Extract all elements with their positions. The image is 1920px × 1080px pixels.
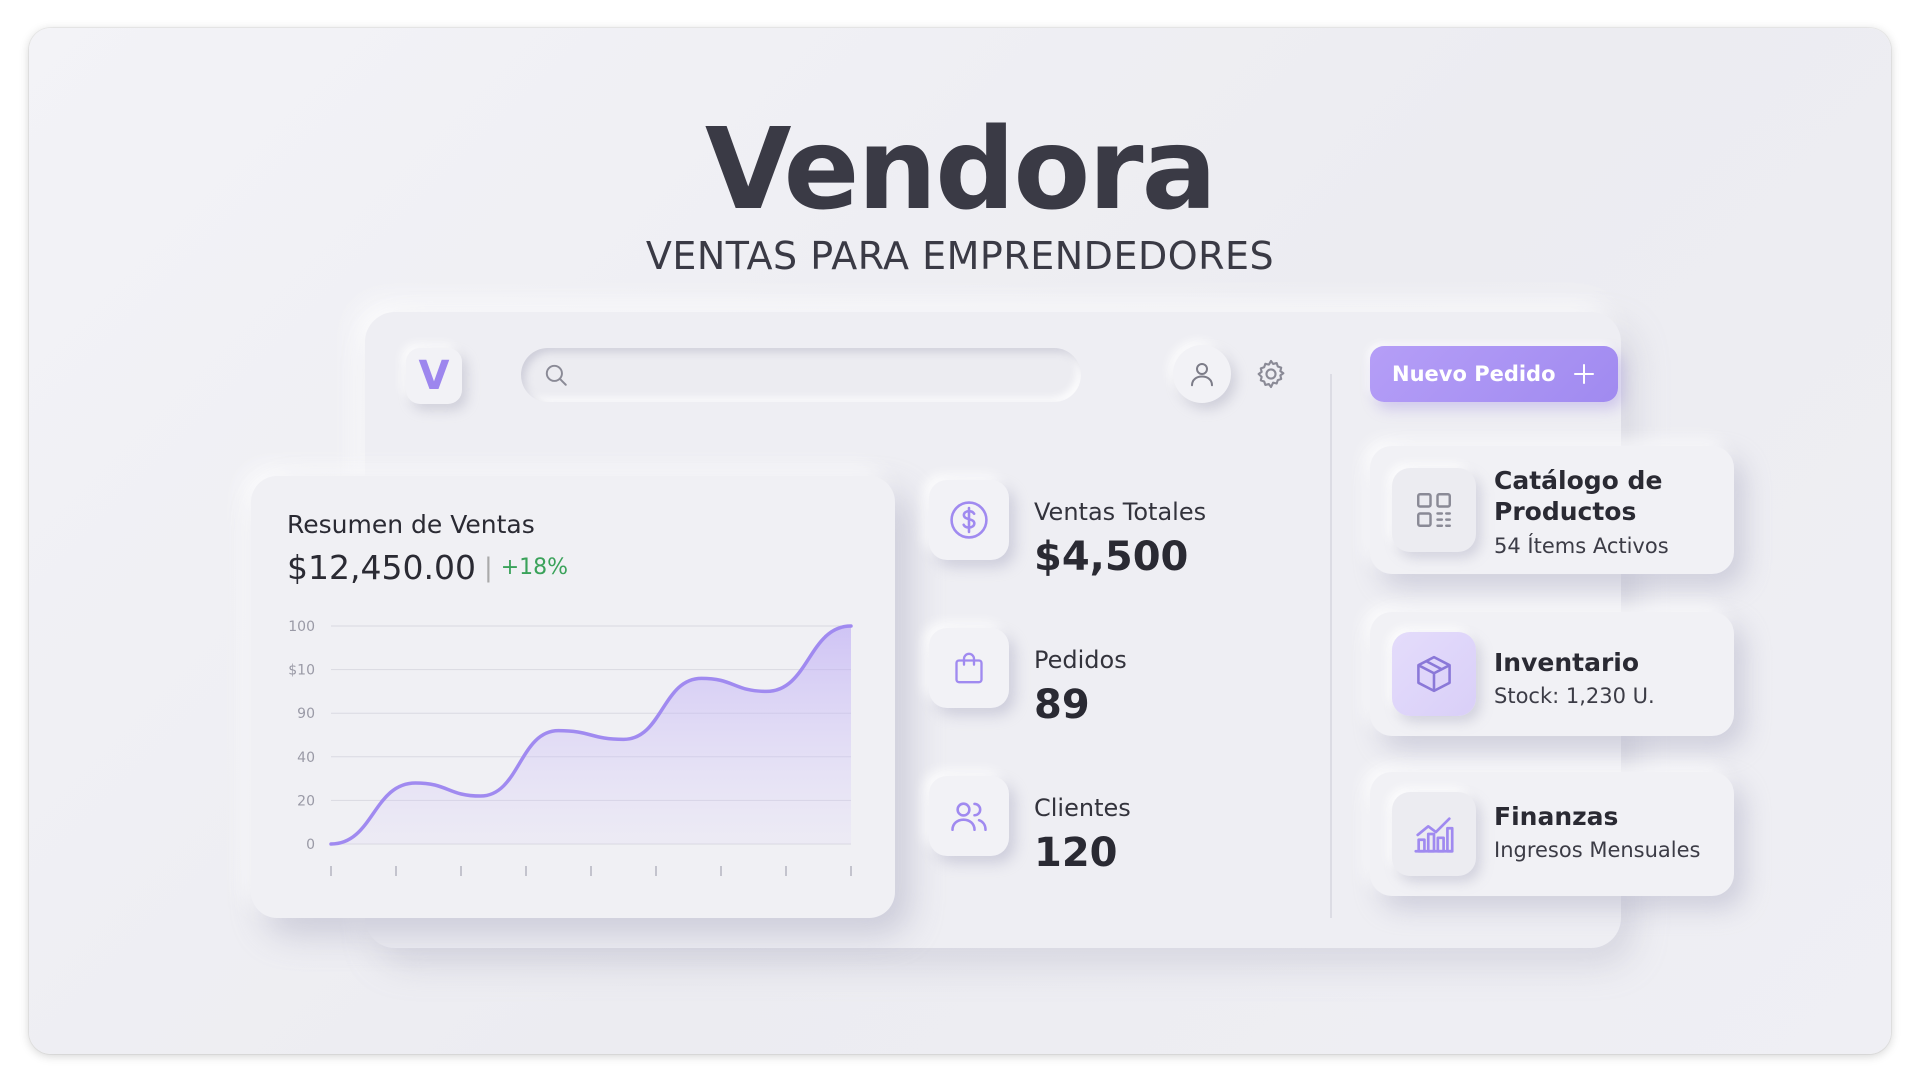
settings-button[interactable]: [1251, 354, 1291, 394]
column-divider: [1330, 374, 1332, 918]
dollar-coin-icon: [950, 501, 988, 539]
grid-icon: [1417, 493, 1451, 527]
sales-summary-card[interactable]: Resumen de Ventas $12,450.00 | +18% 0 20 4…: [251, 476, 895, 918]
inventory-tile: [1392, 632, 1476, 716]
finance-tile: [1392, 792, 1476, 876]
app-logo[interactable]: V: [406, 348, 462, 404]
search-input[interactable]: [581, 348, 1081, 402]
brand-title: Vendora: [704, 105, 1217, 235]
chart-y-tick-label: 20: [297, 793, 315, 809]
sales-area-chart: 0 20 40 90 $10 100: [288, 619, 853, 876]
catalog-subtitle: 54 Ítems Activos: [1494, 534, 1669, 558]
inventory-title: Inventario: [1494, 648, 1640, 677]
stat-clients-tile: [929, 776, 1009, 856]
chart-y-tick-label: 0: [306, 837, 315, 853]
catalog-title-line2: Productos: [1494, 497, 1637, 526]
stat-clients-label: Clientes: [1034, 794, 1131, 822]
stat-sales-tile: [929, 480, 1009, 560]
chart-y-tick-label: 100: [288, 619, 315, 635]
catalog-card[interactable]: Catálogo de Productos 54 Ítems Activos: [1370, 446, 1734, 574]
new-order-button[interactable]: Nuevo Pedido: [1370, 346, 1618, 402]
chart-y-tick-label: 90: [297, 706, 315, 722]
gear-icon: [1257, 359, 1285, 389]
new-order-label: Nuevo Pedido: [1392, 362, 1556, 386]
stat-orders-tile: [929, 628, 1009, 708]
catalog-tile: [1392, 468, 1476, 552]
stat-sales-value: $4,500: [1034, 534, 1189, 580]
plus-icon: [1574, 364, 1594, 384]
brand-subtitle: VENTAS PARA EMPRENDEDORES: [645, 234, 1275, 278]
search-icon: [545, 364, 567, 386]
box-icon: [1417, 655, 1451, 693]
shopping-bag-icon: [955, 652, 983, 684]
stat-sales-label: Ventas Totales: [1034, 498, 1207, 526]
app-window: Vendora VENTAS PARA EMPRENDEDORES V Nuev…: [29, 28, 1891, 1054]
profile-button[interactable]: [1173, 345, 1231, 403]
catalog-title-line1: Catálogo de: [1494, 466, 1663, 495]
logo-letter: V: [418, 353, 450, 399]
users-icon: [951, 802, 987, 832]
chart-y-tick-label: $10: [288, 663, 315, 679]
chart-y-tick-label: 40: [297, 750, 315, 766]
bar-chart-icon: [1414, 817, 1454, 853]
inventory-card[interactable]: Inventario Stock: 1,230 U.: [1370, 612, 1734, 736]
stat-orders-value: 89: [1034, 682, 1090, 728]
finance-card[interactable]: Finanzas Ingresos Mensuales: [1370, 772, 1734, 896]
stat-clients-value: 120: [1034, 830, 1118, 876]
search-bar[interactable]: [521, 348, 1081, 402]
inventory-subtitle: Stock: 1,230 U.: [1494, 684, 1655, 708]
user-icon: [1191, 363, 1213, 387]
stat-orders-label: Pedidos: [1034, 646, 1127, 674]
finance-title: Finanzas: [1494, 802, 1619, 831]
finance-subtitle: Ingresos Mensuales: [1494, 838, 1701, 862]
